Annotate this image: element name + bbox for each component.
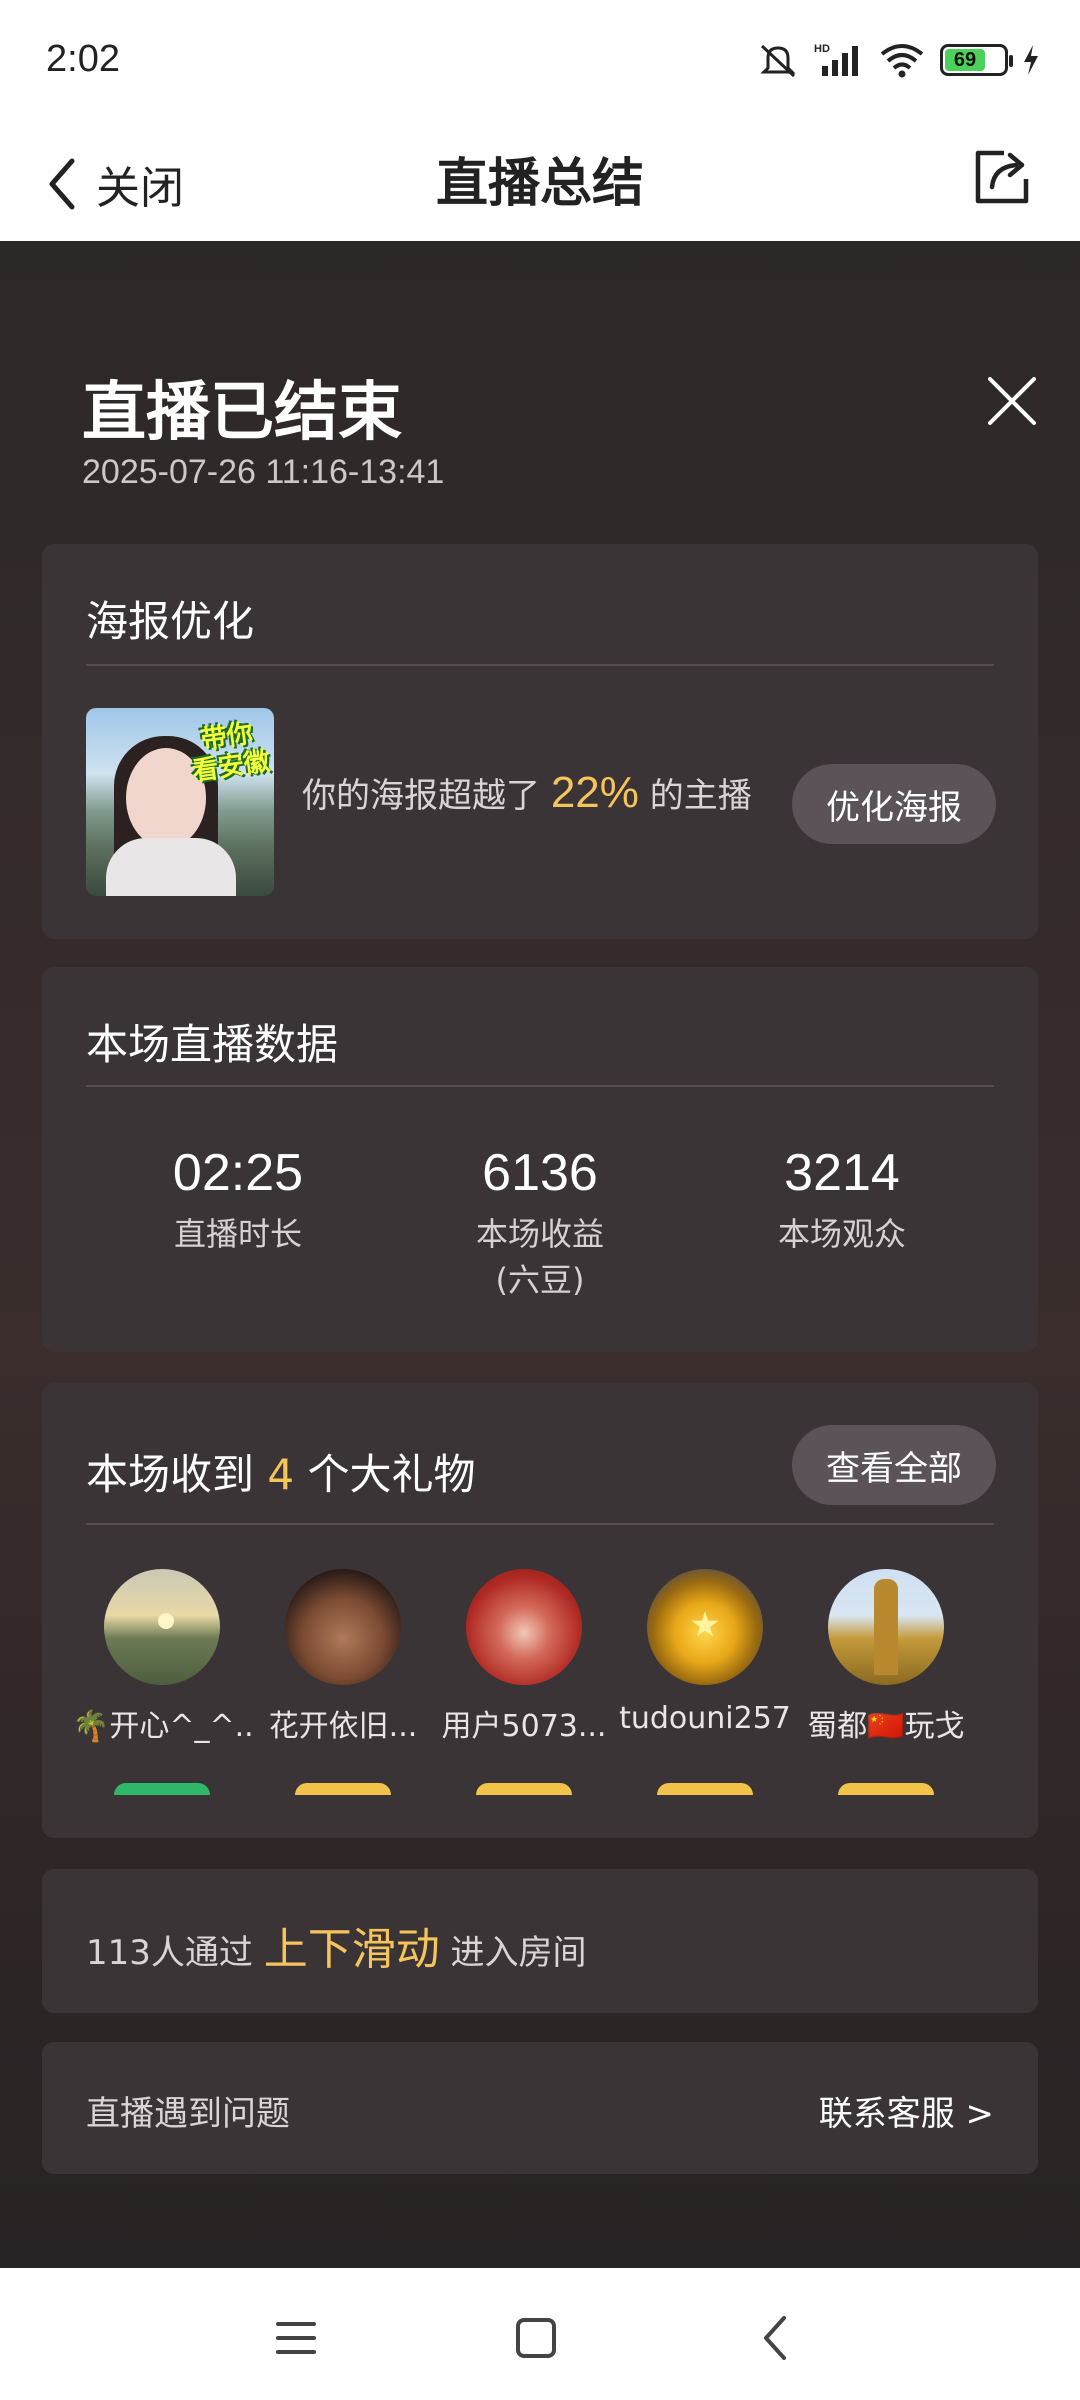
help-card: 直播遇到问题 联系客服 > [42,2042,1038,2174]
back-nav-icon[interactable] [746,2308,806,2368]
status-time: 2:02 [46,38,120,80]
share-icon[interactable] [970,145,1034,209]
gift-badge [114,1783,210,1795]
slide-highlight: 上下滑动 [263,1924,440,1975]
close-icon[interactable] [984,373,1040,429]
svg-text:HD: HD [814,43,830,55]
gifts-card-title: 本场收到 4 个大礼物 [86,1450,476,1499]
divider [86,664,994,666]
gift-badge [295,1783,391,1795]
battery-icon: 69 [940,44,1013,76]
gifter-item[interactable]: 🌴开心^_^... [72,1569,252,1795]
gift-badge [657,1783,753,1795]
poster-percent: 22% [550,768,639,817]
gifter-name: 蜀都🇨🇳玩戈 [807,1709,965,1744]
wifi-icon [880,44,924,78]
home-icon[interactable] [506,2308,566,2368]
poster-thumbnail[interactable]: 带你 看安徽 [86,708,274,896]
gifter-item[interactable]: 用户5073... [434,1569,614,1795]
menu-icon[interactable] [266,2308,326,2368]
avatar [647,1569,763,1685]
stat-audience: 3214 本场观众 [777,1144,906,1253]
contact-support-link[interactable]: 联系客服 > [819,2086,994,2135]
poster-rank-text: 你的海报超越了 22% 的主播 [302,768,752,817]
system-nav-bar [0,2268,1080,2400]
status-icons: HD 69 [756,40,1040,80]
avatar [285,1569,401,1685]
gifter-name: 花开依旧... [268,1709,418,1744]
view-all-button[interactable]: 查看全部 [792,1425,996,1505]
top-nav-bar: 关闭 直播总结 [0,125,1080,241]
avatar [466,1569,582,1685]
divider [86,1523,994,1525]
live-summary-panel: 直播已结束 2025-07-26 11:16-13:41 海报优化 带你 看安徽… [0,241,1080,2268]
avatar [828,1569,944,1685]
help-text: 直播遇到问题 [86,2094,290,2134]
gifter-name: 🌴开心^_^... [72,1709,252,1744]
signal-icon: HD [814,43,858,76]
battery-level: 69 [945,49,986,71]
slide-entry-card: 113人通过 上下滑动 进入房间 [42,1869,1038,2013]
page-title: 直播总结 [435,154,644,214]
poster-tag: 带你 看安徽 [190,718,272,788]
live-stats-card: 本场直播数据 02:25 直播时长 6136 本场收益 (六豆) 3214 本场… [42,967,1038,1352]
slide-entry-text: 113人通过 上下滑动 进入房间 [86,1924,587,1975]
divider [86,1085,994,1087]
stat-earnings: 6136 本场收益 (六豆) [475,1144,604,1299]
optimize-poster-button[interactable]: 优化海报 [792,764,996,844]
gift-badge [476,1783,572,1795]
stat-duration: 02:25 直播时长 [172,1144,304,1253]
gift-count: 4 [267,1450,295,1499]
live-time-range: 2025-07-26 11:16-13:41 [82,453,445,491]
gifter-item[interactable]: 花开依旧... [253,1569,433,1795]
gifter-name: 用户5073... [441,1709,607,1744]
gifter-item[interactable]: tudouni257 [615,1569,795,1795]
gifter-item[interactable]: 蜀都🇨🇳玩戈 [796,1569,976,1795]
charging-icon [1024,45,1038,75]
avatar [104,1569,220,1685]
gifts-card: 本场收到 4 个大礼物 查看全部 🌴开心^_^... 花开依旧... 用户507… [42,1383,1038,1838]
gifter-name: tudouni257 [619,1701,791,1736]
poster-optimization-card: 海报优化 带你 看安徽 你的海报超越了 22% 的主播 优化海报 [42,544,1038,939]
gift-badge [838,1783,934,1795]
stats-card-title: 本场直播数据 [86,1020,339,1069]
mute-icon [760,44,796,78]
status-bar: 2:02 HD 69 [0,0,1080,125]
poster-card-title: 海报优化 [86,597,255,646]
live-ended-title: 直播已结束 [82,376,402,450]
